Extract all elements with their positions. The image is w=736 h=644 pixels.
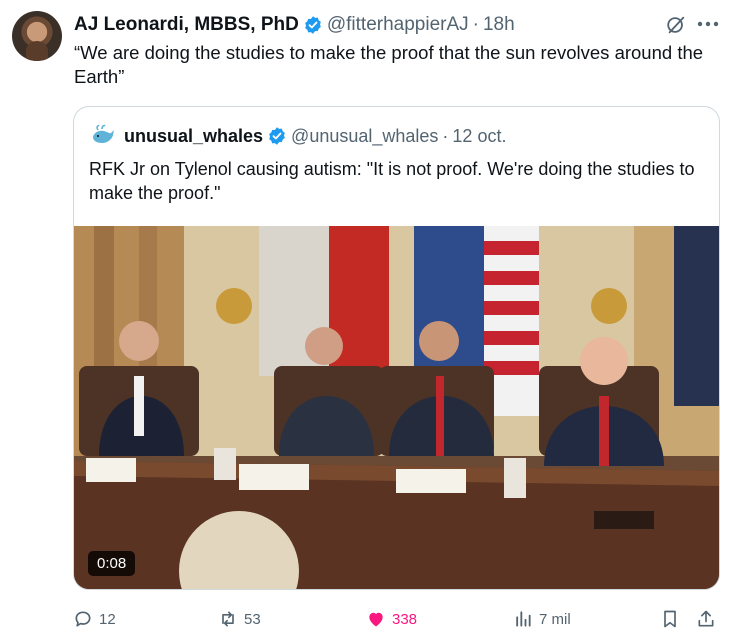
repost-icon — [222, 611, 234, 627]
quoted-tweet[interactable]: unusual_whales @unusual_whales · 12 oct.… — [73, 106, 720, 590]
like-count: 338 — [392, 610, 418, 628]
more-icon[interactable] — [696, 12, 720, 36]
video-frame — [74, 226, 719, 589]
quote-text: RFK Jr on Tylenol causing autism: "It is… — [89, 159, 695, 203]
repost-button[interactable]: 53 — [218, 605, 261, 633]
whale-avatar-icon[interactable] — [90, 123, 116, 149]
header-separator: · — [472, 14, 479, 35]
share-icon — [698, 610, 714, 627]
bookmark-button[interactable] — [660, 605, 686, 633]
quote-author-handle[interactable]: @unusual_whales — [291, 126, 438, 147]
reply-icon — [75, 611, 91, 627]
author-name[interactable]: AJ Leonardi, MBBS, PhD — [74, 14, 299, 36]
like-button[interactable]: 338 — [366, 605, 417, 633]
grok-icon[interactable] — [665, 14, 687, 36]
quote-time[interactable]: 12 oct. — [452, 126, 506, 147]
views-button[interactable]: 7 mil — [513, 605, 571, 633]
tweet-header: AJ Leonardi, MBBS, PhD @fitterhappierAJ … — [74, 12, 515, 38]
action-bar: 12 53 338 7 mil — [73, 605, 723, 633]
bookmark-icon — [664, 610, 676, 628]
tweet-text: “We are doing the studies to make the pr… — [74, 42, 704, 87]
verified-badge-icon — [269, 127, 285, 145]
reply-count: 12 — [99, 610, 116, 628]
video-duration: 0:08 — [88, 551, 136, 576]
repost-count: 53 — [244, 610, 261, 628]
video-player[interactable]: 0:08 — [74, 226, 719, 589]
author-handle[interactable]: @fitterhappierAJ — [327, 14, 469, 36]
quote-header: unusual_whales @unusual_whales · 12 oct. — [90, 124, 506, 148]
quote-separator: · — [442, 125, 449, 146]
quote-author-name[interactable]: unusual_whales — [124, 126, 263, 147]
views-count: 7 mil — [539, 610, 571, 628]
views-icon — [516, 611, 531, 627]
verified-badge-icon — [305, 16, 321, 34]
reply-button[interactable]: 12 — [73, 605, 116, 633]
tweet-time[interactable]: 18h — [483, 14, 515, 36]
author-avatar[interactable] — [12, 11, 62, 61]
share-button[interactable] — [696, 605, 722, 633]
like-heart-icon — [369, 612, 383, 627]
